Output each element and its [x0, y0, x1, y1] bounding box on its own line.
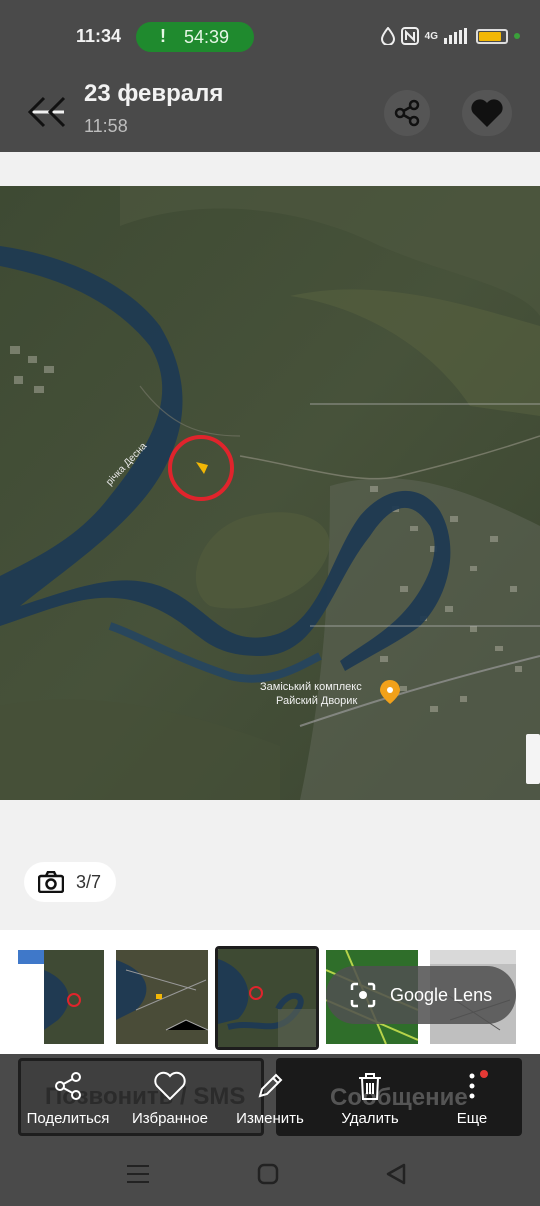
recents-button[interactable]	[118, 1158, 158, 1190]
back-nav-button[interactable]	[376, 1158, 416, 1190]
heart-outline-icon	[154, 1071, 186, 1101]
system-nav-bar	[0, 1144, 540, 1206]
share-top-button[interactable]	[384, 90, 430, 136]
back-triangle-icon	[386, 1163, 406, 1185]
camera-icon	[38, 871, 64, 893]
delete-action[interactable]: Удалить	[320, 1070, 420, 1127]
status-icons: 4G	[380, 24, 520, 48]
home-square-icon	[257, 1163, 279, 1185]
google-lens-icon	[350, 982, 376, 1008]
notification-dot	[480, 1070, 488, 1078]
thumbnail-2[interactable]	[116, 950, 208, 1044]
more-label: Еще	[456, 1110, 488, 1127]
map-image: річка Десна Заміський комплекс Райский Д…	[0, 186, 540, 800]
call-alert-icon: !	[160, 26, 166, 46]
trash-icon	[359, 1073, 381, 1100]
favorite-label: Избранное	[131, 1110, 209, 1127]
viewer-header: 23 февраля 11:58	[0, 70, 540, 152]
pencil-icon	[258, 1073, 283, 1098]
back-button[interactable]	[24, 88, 72, 136]
photo-counter-text: 3/7	[76, 871, 102, 892]
satellite-map-photo[interactable]: річка Десна Заміський комплекс Райский Д…	[0, 186, 540, 800]
photo-viewer: річка Десна Заміський комплекс Райский Д…	[0, 152, 540, 930]
map-edge-overlay	[526, 734, 540, 784]
status-bar: 11:34 ! 54:39 4G	[0, 0, 540, 70]
network-type: 4G	[424, 30, 438, 42]
menu-lines-icon	[127, 1165, 149, 1183]
ongoing-call-pill[interactable]: ! 54:39	[136, 22, 254, 52]
call-timer: 54:39	[184, 27, 230, 47]
home-button[interactable]	[248, 1158, 288, 1190]
share-icon	[55, 1072, 81, 1100]
google-lens-label: Google Lens	[390, 984, 493, 1005]
data-saver-icon	[380, 27, 395, 45]
back-arrow-icon	[27, 96, 66, 128]
share-label: Поделиться	[26, 1110, 110, 1127]
photo-counter: 3/7	[24, 862, 116, 902]
more-action[interactable]: Еще	[422, 1070, 522, 1127]
edit-label: Изменить	[236, 1110, 304, 1127]
photo-date-title: 23 февраля	[84, 80, 224, 107]
signal-icon	[444, 28, 467, 44]
favorite-top-button[interactable]	[462, 90, 512, 136]
delete-label: Удалить	[341, 1110, 399, 1127]
heart-filled-icon	[471, 99, 503, 127]
share-action[interactable]: Поделиться	[18, 1070, 118, 1127]
google-lens-button[interactable]: Google Lens	[326, 966, 516, 1024]
thumbnail-1[interactable]	[18, 950, 104, 1044]
place-label-line1: Заміський комплекс	[260, 681, 362, 693]
edit-action[interactable]: Изменить	[220, 1070, 320, 1127]
photo-time: 11:58	[84, 116, 128, 136]
nfc-icon	[400, 27, 419, 45]
battery-icon	[476, 28, 508, 44]
share-icon	[394, 99, 420, 127]
thumbnail-strip: Google Lens	[0, 930, 540, 1054]
status-time: 11:34	[76, 26, 122, 46]
favorite-action[interactable]: Избранное	[120, 1070, 220, 1127]
thumbnail-3-selected[interactable]	[215, 946, 319, 1050]
place-label-line2: Райский Дворик	[276, 695, 357, 707]
bottom-action-bar: Позвонить / SMS Сообщение Поделиться Изб…	[0, 1054, 540, 1144]
privacy-indicator	[514, 33, 520, 39]
